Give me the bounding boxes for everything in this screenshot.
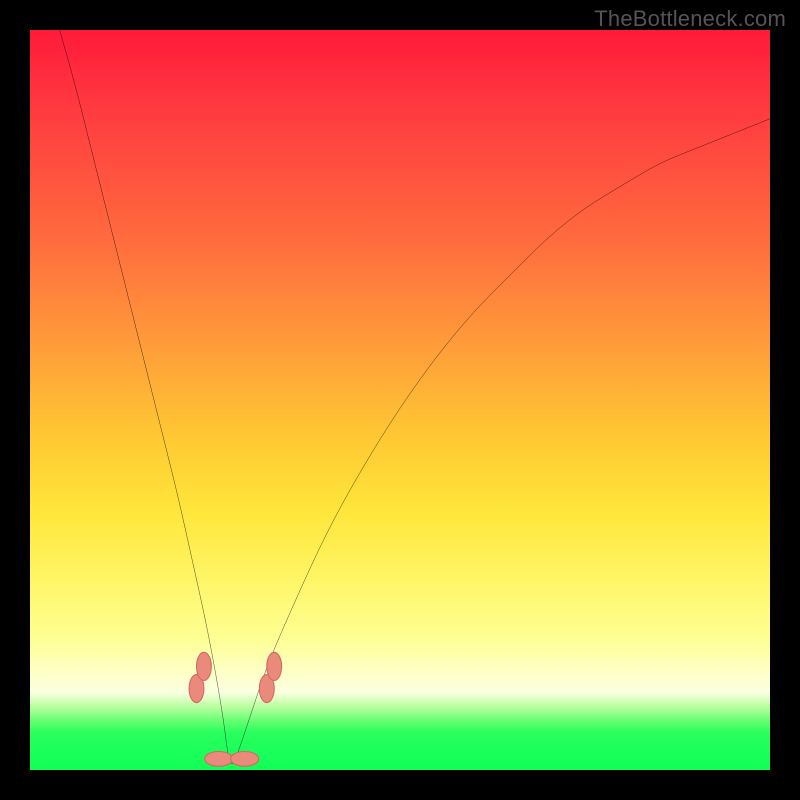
markers-group — [189, 652, 282, 766]
chart-frame: TheBottleneck.com — [0, 0, 800, 800]
bottleneck-curve — [60, 30, 770, 764]
marker-left-rising-pair-upper — [197, 652, 212, 680]
marker-valley-left — [205, 752, 233, 767]
marker-right-rising-pair-upper — [267, 652, 282, 680]
marker-valley-right — [231, 752, 259, 767]
curve-layer — [30, 30, 770, 770]
plot-area — [30, 30, 770, 770]
attribution-label: TheBottleneck.com — [594, 6, 786, 32]
